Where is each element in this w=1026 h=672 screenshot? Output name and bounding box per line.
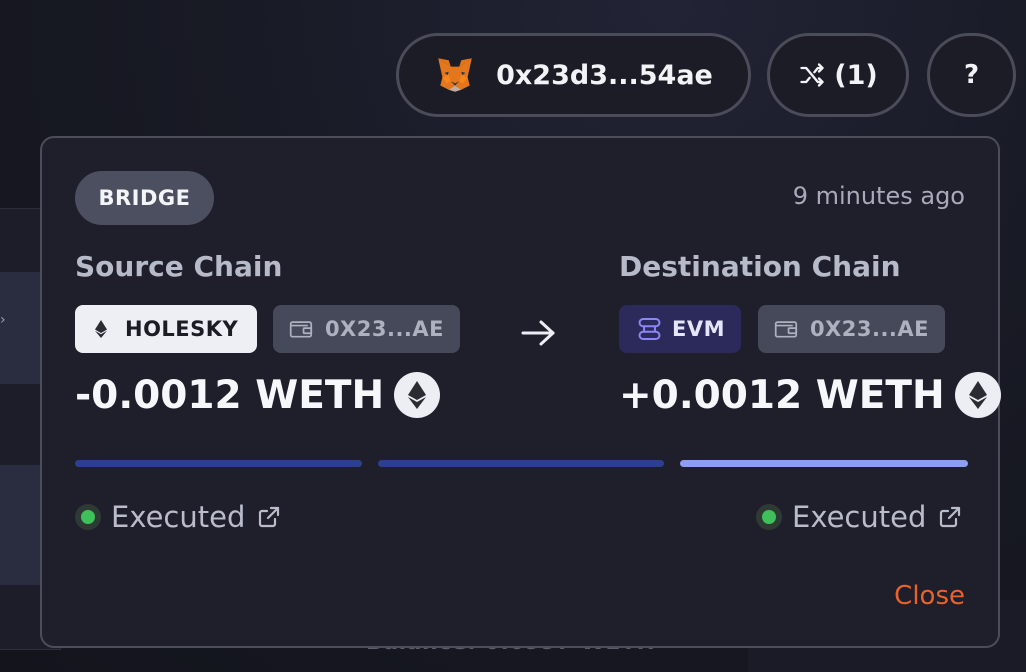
transaction-type-badge: BRIDGE bbox=[75, 171, 214, 225]
source-status-link[interactable]: Executed bbox=[75, 500, 281, 534]
metamask-fox-icon bbox=[438, 58, 472, 92]
external-link-icon bbox=[940, 506, 961, 528]
progress-segment-source bbox=[75, 460, 362, 467]
wallet-button[interactable]: 0x23d3...54ae bbox=[396, 33, 751, 117]
source-status: Executed bbox=[111, 500, 246, 534]
transactions-count: (1) bbox=[834, 59, 878, 91]
external-link-icon bbox=[259, 506, 280, 528]
source-address: 0X23...AE bbox=[324, 317, 444, 341]
wallet-icon bbox=[774, 321, 798, 338]
ethereum-icon bbox=[95, 320, 107, 338]
help-button[interactable]: ? bbox=[927, 33, 1016, 117]
progress-segment-destination bbox=[680, 460, 968, 467]
transactions-button[interactable]: (1) bbox=[767, 33, 909, 117]
destination-status: Executed bbox=[792, 500, 927, 534]
source-amount: -0.0012 WETH bbox=[75, 372, 441, 418]
app-stage: › Balance: 0.0997 WETH 0x23d3...54ae (1)… bbox=[0, 0, 1026, 672]
shuffle-icon bbox=[800, 63, 824, 87]
progress-segment-bridge bbox=[378, 460, 664, 467]
source-chain-name: HOLESKY bbox=[125, 317, 239, 341]
destination-chain-title: Destination Chain bbox=[619, 250, 901, 283]
destination-status-link[interactable]: Executed bbox=[756, 500, 962, 534]
help-label: ? bbox=[963, 60, 980, 90]
ethereum-icon bbox=[954, 372, 1001, 418]
destination-chain-chip: EVM bbox=[619, 305, 741, 353]
transaction-popover: BRIDGE 9 minutes ago Source Chain Destin… bbox=[40, 136, 1001, 648]
source-amount-value: -0.0012 WETH bbox=[75, 372, 385, 418]
status-dot-icon bbox=[756, 504, 782, 530]
destination-address: 0X23...AE bbox=[809, 317, 929, 341]
arrow-right-icon bbox=[521, 320, 555, 346]
destination-chain-name: EVM bbox=[672, 317, 725, 341]
destination-amount: +0.0012 WETH bbox=[619, 372, 1001, 418]
source-address-chip[interactable]: 0X23...AE bbox=[273, 305, 460, 353]
wallet-address: 0x23d3...54ae bbox=[496, 59, 713, 91]
transaction-timestamp: 9 minutes ago bbox=[792, 182, 965, 210]
source-chain-title: Source Chain bbox=[75, 250, 283, 283]
status-dot-icon bbox=[75, 504, 101, 530]
destination-address-chip[interactable]: 0X23...AE bbox=[758, 305, 945, 353]
caret-icon: › bbox=[0, 312, 6, 328]
evm-icon bbox=[638, 318, 661, 340]
close-button[interactable]: Close bbox=[894, 581, 965, 611]
source-chain-chip: HOLESKY bbox=[75, 305, 257, 353]
destination-amount-value: +0.0012 WETH bbox=[619, 372, 945, 418]
wallet-icon bbox=[289, 321, 313, 338]
ethereum-icon bbox=[394, 372, 441, 418]
